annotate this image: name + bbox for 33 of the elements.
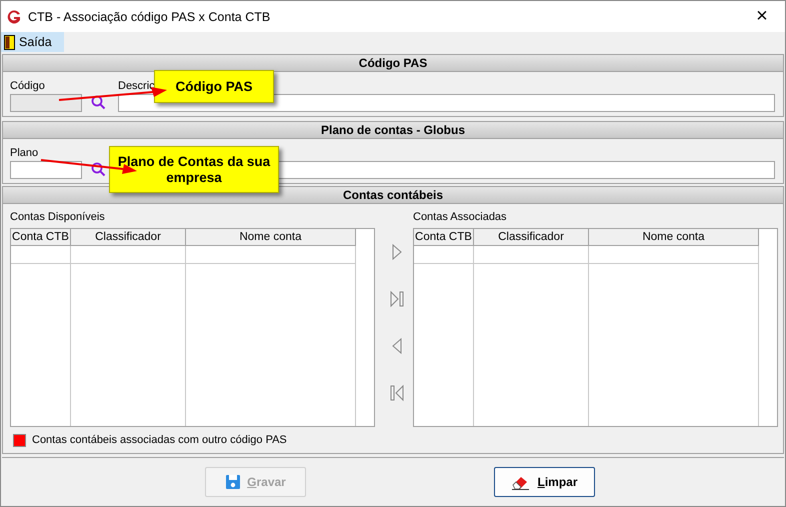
column-header[interactable]: Conta CTB	[414, 229, 474, 246]
list-label: Contas Associadas	[413, 211, 508, 223]
annotation-tooltip: Plano de Contas da sua empresa	[109, 146, 279, 193]
section-header: Contas contábeis	[3, 187, 783, 204]
menu-item[interactable]: Saída	[1, 32, 64, 52]
search-button[interactable]	[90, 161, 106, 177]
section-header: Plano de contas - Globus	[3, 122, 783, 139]
list-label: Contas Disponíveis	[10, 211, 106, 223]
field-label: Código	[10, 80, 45, 92]
column-header[interactable]: Classificador	[71, 229, 186, 246]
search-icon	[90, 94, 106, 110]
close-button[interactable]: ×	[739, 1, 785, 32]
legend-text: Contas contábeis associadas com outro código PAS	[32, 434, 287, 446]
table-cell	[414, 246, 474, 264]
search-button[interactable]	[90, 94, 106, 110]
move-all-left-button[interactable]	[389, 384, 405, 402]
window-title: CTB - Associação código PAS x Conta CTB	[28, 10, 272, 24]
app-logo-icon	[6, 8, 22, 24]
column-header[interactable]: Classificador	[474, 229, 589, 246]
table-cell	[11, 246, 71, 264]
column-header[interactable]: Conta CTB	[11, 229, 71, 246]
column-header[interactable]: Nome conta	[186, 229, 356, 246]
move-all-right-button[interactable]	[389, 290, 405, 308]
annotation-tooltip: Código PAS	[154, 70, 274, 103]
description-field[interactable]	[118, 94, 775, 112]
clear-button[interactable]: Limpar	[494, 466, 595, 496]
door-icon	[4, 34, 15, 50]
search-icon	[90, 162, 106, 176]
field-label: Plano	[10, 147, 38, 159]
plan-field[interactable]	[10, 161, 82, 179]
column-header[interactable]: Nome conta	[589, 229, 759, 246]
field-label: Descric	[118, 80, 155, 92]
section-header: Código PAS	[3, 55, 783, 72]
